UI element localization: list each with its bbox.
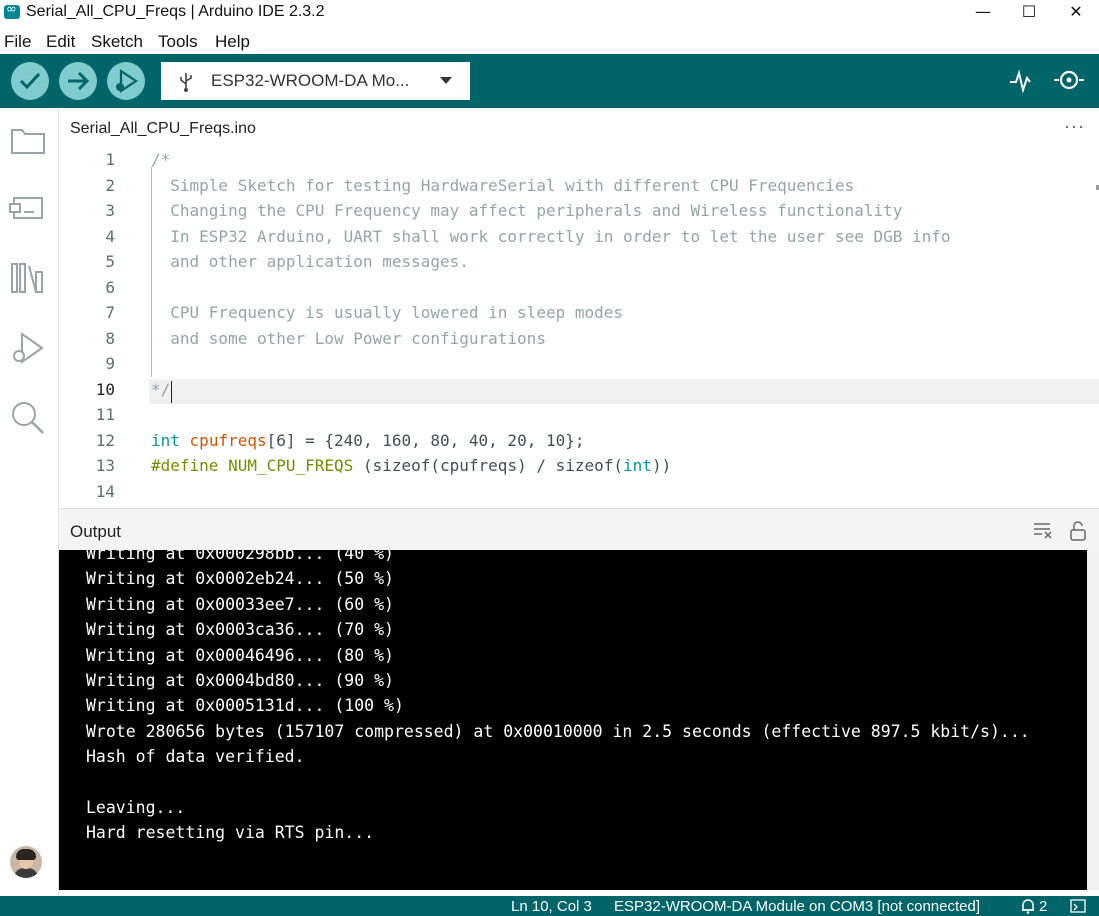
avatar[interactable] bbox=[10, 846, 42, 878]
code-line: 10 */ bbox=[59, 380, 1099, 405]
line-number: 2 bbox=[105, 175, 115, 195]
cursor-position[interactable]: Ln 10, Col 3 bbox=[511, 898, 592, 915]
output-line: Writing at 0x0003ca36... (70 %) bbox=[86, 620, 394, 640]
status-bar: Ln 10, Col 3 ESP32-WROOM-DA Module on CO… bbox=[0, 896, 1099, 916]
close-button[interactable]: ✕ bbox=[1053, 0, 1099, 26]
boards-manager-icon[interactable] bbox=[8, 188, 48, 228]
debug-icon bbox=[116, 68, 138, 94]
line-number: 7 bbox=[105, 303, 115, 322]
serial-monitor-icon[interactable] bbox=[1052, 66, 1086, 94]
menu-file[interactable]: File bbox=[4, 32, 31, 52]
search-icon[interactable] bbox=[8, 398, 48, 438]
code-text: CPU Frequency is usually lowered in slee… bbox=[151, 303, 624, 322]
menu-help[interactable]: Help bbox=[215, 32, 250, 52]
code-line: 13 #define NUM_CPU_FREQS (sizeof(cpufreqs… bbox=[59, 456, 1099, 481]
tab-label: Serial_All_CPU_Freqs.ino bbox=[70, 120, 256, 137]
terminal-icon[interactable] bbox=[1070, 898, 1086, 916]
line-number: 12 bbox=[95, 430, 115, 450]
output-line: Wrote 280656 bytes (157107 compressed) a… bbox=[86, 721, 1030, 741]
menu-edit[interactable]: Edit bbox=[46, 32, 75, 52]
verify-icon bbox=[19, 72, 41, 90]
code-line: 12 int cpufreqs[6] = {240, 160, 80, 40, 2… bbox=[59, 431, 1099, 456]
output-line: Writing at 0x0004bd80... (90 %) bbox=[86, 671, 394, 690]
sidebar bbox=[0, 108, 59, 896]
board-selector[interactable]: ESP32-WROOM-DA Mo... bbox=[161, 62, 470, 100]
bell-icon[interactable] bbox=[1020, 898, 1036, 916]
code-line: 6 bbox=[59, 278, 1099, 303]
menu-bar: File Edit Sketch Tools Help bbox=[0, 28, 1099, 54]
line-number: 3 bbox=[105, 201, 115, 220]
code-editor[interactable]: 1 /* 2 Simple Sketch for testing HardwareS… bbox=[59, 150, 1099, 508]
output-line: Writing at 0x00033ee7... (60 %) bbox=[86, 594, 394, 614]
code-text: int cpufreqs[6] = {240, 160, 80, 40, 20,… bbox=[151, 430, 585, 450]
line-number: 4 bbox=[105, 226, 115, 246]
title-bar: Serial_All_CPU_Freqs | Arduino IDE 2.3.2… bbox=[0, 0, 1099, 26]
code-line: 14 bbox=[59, 482, 1099, 507]
minimize-button[interactable]: — bbox=[960, 0, 1006, 26]
output-console[interactable]: Writing at 0x000298bb... (40 %) Writing a… bbox=[59, 550, 1087, 890]
line-number: 8 bbox=[105, 328, 115, 348]
usb-icon bbox=[180, 73, 192, 92]
arduino-app-icon bbox=[4, 2, 20, 19]
line-number: 13 bbox=[95, 456, 115, 475]
tab-serial-all-cpu-freqs[interactable]: Serial_All_CPU_Freqs.ino bbox=[59, 108, 305, 150]
debug-panel-icon[interactable] bbox=[8, 328, 48, 368]
output-line: Writing at 0x00046496... (80 %) bbox=[86, 645, 394, 665]
code-text: and some other Low Power configurations bbox=[151, 328, 546, 348]
window-title: Serial_All_CPU_Freqs | Arduino IDE 2.3.2 bbox=[26, 3, 325, 20]
menu-sketch[interactable]: Sketch bbox=[91, 32, 143, 52]
output-panel-header: Output bbox=[59, 508, 1099, 551]
line-number: 9 bbox=[105, 354, 115, 373]
code-line: 1 /* bbox=[59, 150, 1099, 175]
code-text: In ESP32 Arduino, UART shall work correc… bbox=[151, 226, 951, 246]
line-number: 11 bbox=[95, 405, 115, 424]
more-options-icon[interactable]: ··· bbox=[1064, 116, 1085, 137]
line-number: 6 bbox=[105, 277, 115, 297]
code-line: 8 and some other Low Power configuration… bbox=[59, 329, 1099, 354]
maximize-button[interactable]: ☐ bbox=[1006, 0, 1052, 26]
code-text: #define NUM_CPU_FREQS (sizeof(cpufreqs) … bbox=[151, 456, 672, 475]
editor-tab-bar: Serial_All_CPU_Freqs.ino ··· bbox=[59, 108, 1099, 151]
debug-button[interactable] bbox=[107, 62, 145, 100]
code-text: Changing the CPU Frequency may affect pe… bbox=[151, 201, 903, 220]
line-number: 14 bbox=[95, 481, 115, 501]
output-line: Writing at 0x0002eb24... (50 %) bbox=[86, 569, 394, 589]
output-line: Writing at 0x0005131d... (100 %) bbox=[86, 696, 404, 716]
line-number: 1 bbox=[105, 150, 115, 169]
code-line: 11 bbox=[59, 405, 1099, 430]
output-line: Hash of data verified. bbox=[86, 747, 305, 767]
line-number: 5 bbox=[105, 252, 115, 271]
serial-plotter-icon[interactable] bbox=[1008, 66, 1034, 94]
menu-tools[interactable]: Tools bbox=[158, 32, 198, 52]
code-line: 4 In ESP32 Arduino, UART shall work corr… bbox=[59, 227, 1099, 252]
board-port-status[interactable]: ESP32-WROOM-DA Module on COM3 [not conne… bbox=[614, 898, 980, 915]
clear-output-icon[interactable] bbox=[1032, 521, 1054, 539]
output-scrollbar[interactable] bbox=[1087, 550, 1099, 890]
folder-icon[interactable] bbox=[8, 120, 48, 160]
chevron-down-icon bbox=[440, 77, 452, 84]
verify-button[interactable] bbox=[11, 62, 49, 100]
upload-icon bbox=[68, 71, 90, 91]
library-manager-icon[interactable] bbox=[8, 258, 48, 298]
line-number: 10 bbox=[95, 379, 115, 399]
output-line: Hard resetting via RTS pin... bbox=[86, 823, 375, 843]
output-line: Writing at 0x000298bb... (40 %) bbox=[86, 550, 394, 563]
board-name: ESP32-WROOM-DA Mo... bbox=[211, 71, 410, 90]
output-title: Output bbox=[70, 522, 122, 541]
code-line: 5 and other application messages. bbox=[59, 252, 1099, 277]
unlock-icon[interactable] bbox=[1068, 521, 1088, 541]
code-line: 2 Simple Sketch for testing HardwareSeri… bbox=[59, 176, 1099, 201]
code-text: /* bbox=[151, 150, 171, 169]
code-text: */ bbox=[151, 379, 171, 399]
notification-count: 2 bbox=[1039, 898, 1048, 915]
code-text: and other application messages. bbox=[151, 252, 469, 271]
code-text: Simple Sketch for testing HardwareSerial… bbox=[151, 175, 855, 195]
code-line: 7 CPU Frequency is usually lowered in sl… bbox=[59, 303, 1099, 328]
upload-button[interactable] bbox=[59, 62, 97, 100]
output-line: Leaving... bbox=[86, 798, 186, 817]
code-line: 3 Changing the CPU Frequency may affect … bbox=[59, 201, 1099, 226]
code-line: 9 bbox=[59, 354, 1099, 379]
